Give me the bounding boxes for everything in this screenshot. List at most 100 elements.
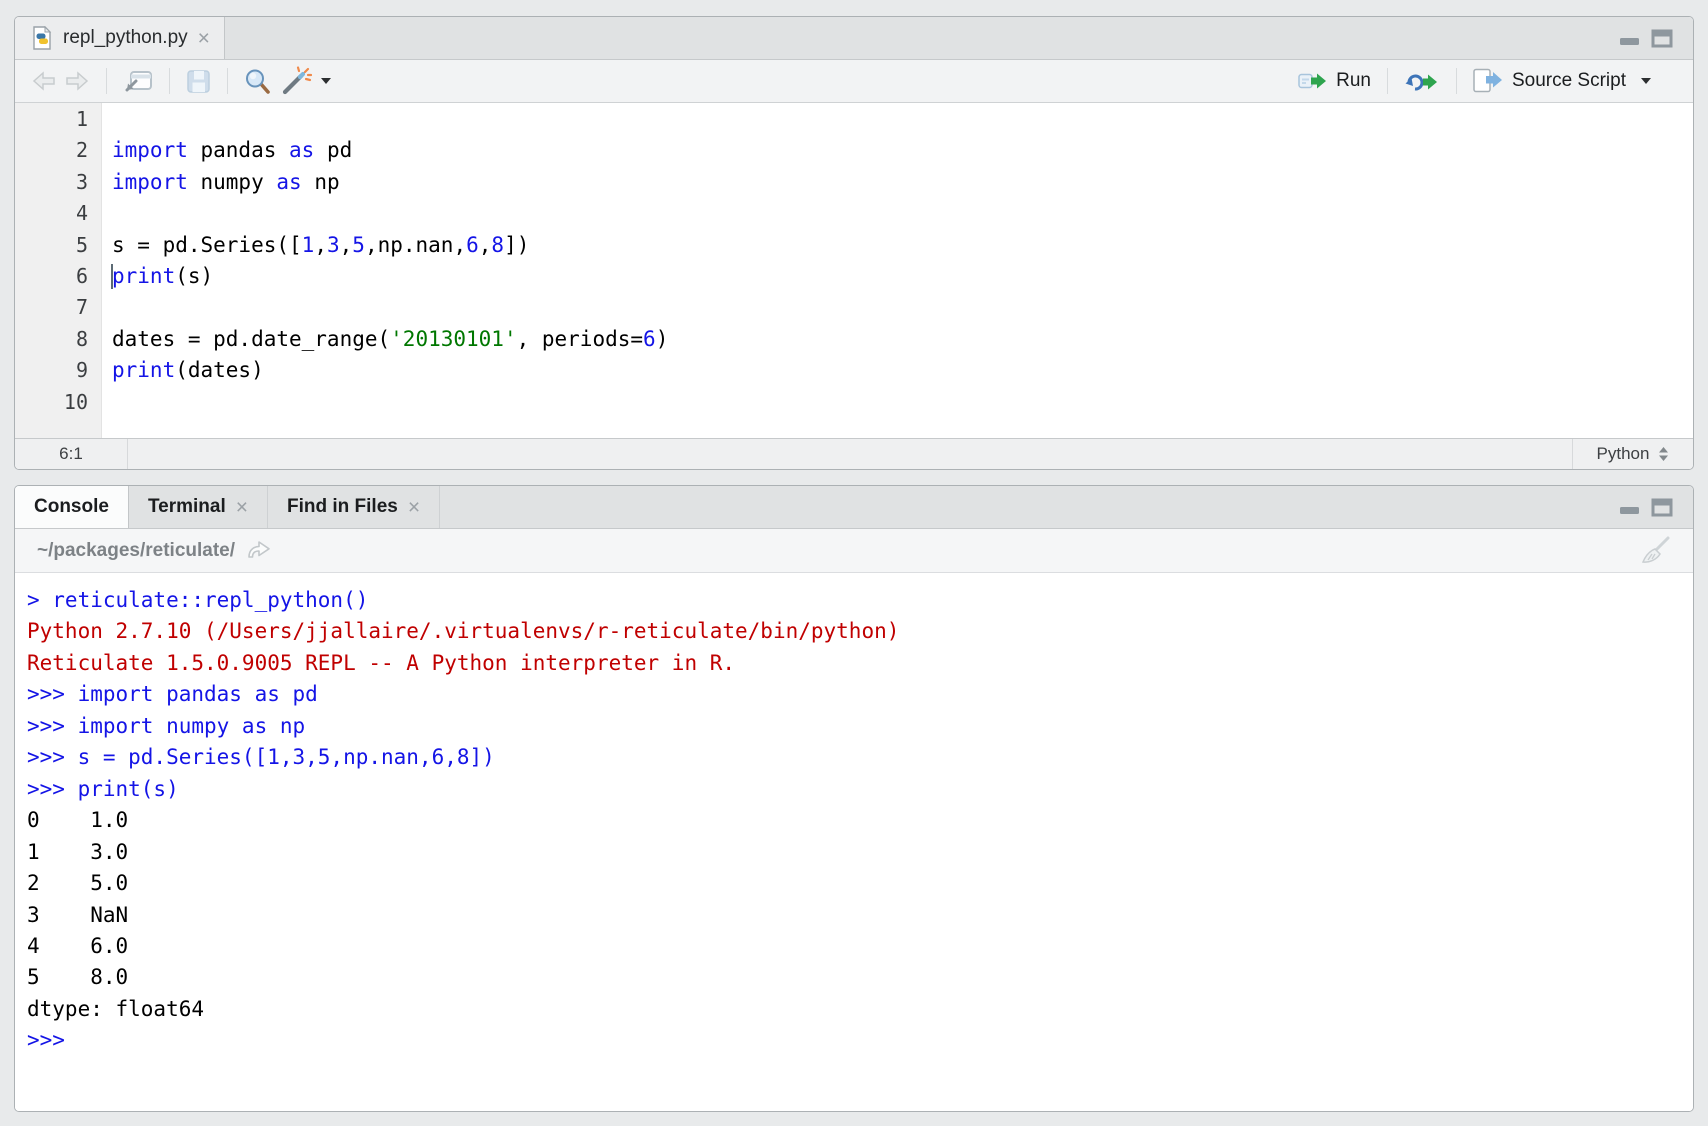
tab-title: repl_python.py bbox=[63, 27, 188, 49]
console-line: 3 NaN bbox=[27, 900, 1693, 931]
editor-tab-bar: repl_python.py × bbox=[15, 17, 1693, 60]
working-directory-bar: ~/packages/reticulate/ bbox=[15, 529, 1693, 573]
save-icon[interactable] bbox=[186, 69, 211, 94]
text-cursor bbox=[111, 264, 113, 289]
code-text: import pandas as pd bbox=[101, 135, 352, 166]
python-file-icon bbox=[31, 26, 53, 50]
maximize-icon[interactable] bbox=[1651, 498, 1673, 517]
code-text: dates = pd.date_range('20130101', period… bbox=[101, 324, 668, 355]
console-line: 2 5.0 bbox=[27, 868, 1693, 899]
code-line[interactable]: 6print(s) bbox=[15, 261, 1693, 292]
tab-label: Find in Files bbox=[287, 496, 398, 518]
line-number[interactable]: 10 bbox=[15, 387, 101, 418]
code-area[interactable]: 12import pandas as pd3import numpy as np… bbox=[15, 103, 1693, 438]
console-tab-bar: Console Terminal × Find in Files × bbox=[15, 486, 1693, 529]
maximize-icon[interactable] bbox=[1651, 29, 1673, 48]
console-line: >>> import pandas as pd bbox=[27, 679, 1693, 710]
console-line: 4 6.0 bbox=[27, 931, 1693, 962]
minimize-icon[interactable] bbox=[1618, 29, 1642, 47]
console-line: >>> print(s) bbox=[27, 774, 1693, 805]
console-line: 5 8.0 bbox=[27, 962, 1693, 993]
toolbar-separator bbox=[106, 68, 107, 94]
goto-directory-icon[interactable] bbox=[245, 540, 272, 561]
editor-statusbar: 6:1 Python bbox=[15, 438, 1693, 469]
console-line: Reticulate 1.5.0.9005 REPL -- A Python i… bbox=[27, 648, 1693, 679]
console-line: >>> bbox=[27, 1025, 1693, 1056]
line-number[interactable]: 6 bbox=[15, 261, 101, 292]
language-selector[interactable]: Python bbox=[1572, 439, 1693, 469]
search-icon[interactable] bbox=[244, 68, 271, 95]
toolbar-separator bbox=[169, 68, 170, 94]
code-tools-wand-icon[interactable] bbox=[278, 66, 312, 96]
line-number[interactable]: 4 bbox=[15, 198, 101, 229]
code-text bbox=[101, 387, 112, 418]
back-icon[interactable] bbox=[31, 69, 57, 93]
code-lines: 12import pandas as pd3import numpy as np… bbox=[15, 103, 1693, 418]
code-line[interactable]: 3import numpy as np bbox=[15, 167, 1693, 198]
cursor-position: 6:1 bbox=[15, 439, 128, 469]
line-number[interactable]: 8 bbox=[15, 324, 101, 355]
source-script-label: Source Script bbox=[1512, 70, 1626, 92]
console-line: >>> import numpy as np bbox=[27, 711, 1693, 742]
code-line[interactable]: 10 bbox=[15, 387, 1693, 418]
code-text: print(s) bbox=[101, 261, 213, 292]
tab-label: Console bbox=[34, 496, 109, 518]
language-spinner-icon bbox=[1658, 446, 1669, 462]
source-dropdown-caret-icon[interactable] bbox=[1641, 78, 1651, 84]
close-icon[interactable]: × bbox=[198, 28, 210, 49]
console-line: dtype: float64 bbox=[27, 994, 1693, 1025]
open-in-new-window-icon[interactable] bbox=[123, 68, 153, 94]
run-icon bbox=[1298, 71, 1328, 91]
code-line[interactable]: 8dates = pd.date_range('20130101', perio… bbox=[15, 324, 1693, 355]
statusbar-spacer bbox=[128, 439, 1572, 469]
tab-terminal[interactable]: Terminal × bbox=[129, 486, 268, 528]
rstudio-window: repl_python.py × bbox=[0, 0, 1708, 1126]
language-label: Python bbox=[1597, 444, 1650, 464]
source-script-button[interactable]: Source Script bbox=[1473, 68, 1626, 94]
console-pane: Console Terminal × Find in Files × ~/package… bbox=[14, 485, 1694, 1112]
console-line: Python 2.7.10 (/Users/jjallaire/.virtual… bbox=[27, 616, 1693, 647]
toolbar-separator bbox=[1456, 68, 1457, 94]
clear-console-icon[interactable] bbox=[1639, 535, 1671, 567]
line-number[interactable]: 2 bbox=[15, 135, 101, 166]
close-icon[interactable]: × bbox=[236, 497, 248, 518]
code-line[interactable]: 1 bbox=[15, 104, 1693, 135]
code-text bbox=[101, 198, 112, 229]
code-text bbox=[101, 104, 112, 135]
tab-label: Terminal bbox=[148, 496, 226, 518]
line-number[interactable]: 1 bbox=[15, 104, 101, 135]
source-script-icon bbox=[1473, 68, 1504, 94]
line-number[interactable]: 3 bbox=[15, 167, 101, 198]
tab-console[interactable]: Console bbox=[15, 486, 129, 528]
code-text bbox=[101, 292, 112, 323]
code-line[interactable]: 5s = pd.Series([1,3,5,np.nan,6,8]) bbox=[15, 230, 1693, 261]
toolbar-separator bbox=[1387, 68, 1388, 94]
console-output[interactable]: > reticulate::repl_python()Python 2.7.10… bbox=[15, 573, 1693, 1111]
console-tabs: Console Terminal × Find in Files × bbox=[15, 486, 440, 528]
rerun-icon[interactable] bbox=[1404, 70, 1440, 92]
toolbar-separator bbox=[227, 68, 228, 94]
code-text: import numpy as np bbox=[101, 167, 340, 198]
line-number[interactable]: 5 bbox=[15, 230, 101, 261]
source-editor-pane: repl_python.py × bbox=[14, 16, 1694, 470]
close-icon[interactable]: × bbox=[408, 497, 420, 518]
working-directory: ~/packages/reticulate/ bbox=[37, 540, 235, 562]
code-line[interactable]: 2import pandas as pd bbox=[15, 135, 1693, 166]
tab-find-in-files[interactable]: Find in Files × bbox=[268, 486, 440, 528]
run-button[interactable]: Run bbox=[1298, 70, 1371, 92]
console-line: >>> s = pd.Series([1,3,5,np.nan,6,8]) bbox=[27, 742, 1693, 773]
tab-repl-python[interactable]: repl_python.py × bbox=[15, 17, 225, 59]
run-label: Run bbox=[1336, 70, 1371, 92]
console-line: 0 1.0 bbox=[27, 805, 1693, 836]
minimize-icon[interactable] bbox=[1618, 498, 1642, 516]
line-number[interactable]: 7 bbox=[15, 292, 101, 323]
code-line[interactable]: 7 bbox=[15, 292, 1693, 323]
code-line[interactable]: 9print(dates) bbox=[15, 355, 1693, 386]
wand-dropdown-caret-icon[interactable] bbox=[321, 78, 331, 84]
editor-toolbar: Run Source Script bbox=[15, 60, 1693, 103]
code-text: s = pd.Series([1,3,5,np.nan,6,8]) bbox=[101, 230, 529, 261]
line-number[interactable]: 9 bbox=[15, 355, 101, 386]
code-text: print(dates) bbox=[101, 355, 264, 386]
code-line[interactable]: 4 bbox=[15, 198, 1693, 229]
forward-icon[interactable] bbox=[64, 69, 90, 93]
